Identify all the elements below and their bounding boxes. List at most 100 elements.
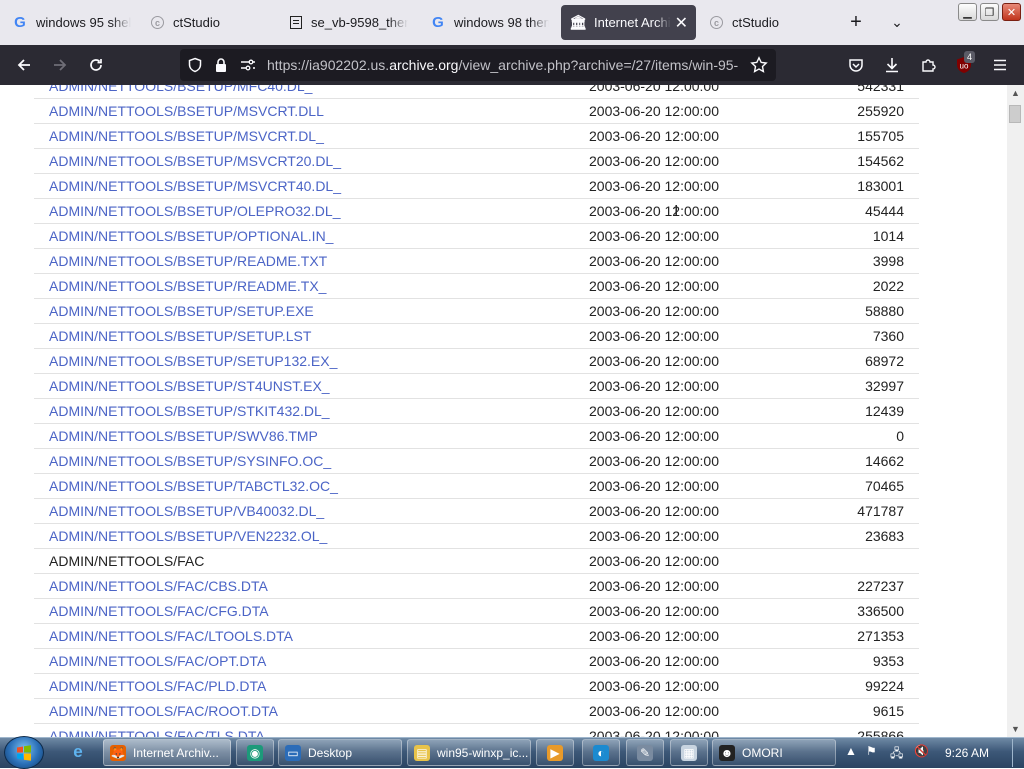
- close-window-button[interactable]: ✕: [1002, 3, 1021, 21]
- file-date: 2003-06-20 12:00:00: [589, 698, 814, 724]
- file-name-cell: ADMIN/NETTOOLS/FAC/CFG.DTA: [34, 598, 589, 624]
- file-date: 2003-06-20 12:00:00: [589, 373, 814, 399]
- tab-windows-95-shell[interactable]: G windows 95 shell3: [3, 5, 139, 40]
- media-icon: ◉: [247, 744, 263, 761]
- file-name-cell: ADMIN/NETTOOLS/BSETUP/README.TX_: [34, 273, 589, 299]
- directory-name: ADMIN/NETTOOLS/FAC: [49, 553, 205, 569]
- file-link[interactable]: ADMIN/NETTOOLS/BSETUP/STKIT432.DL_: [49, 403, 330, 419]
- file-link[interactable]: ADMIN/NETTOOLS/BSETUP/OLEPRO32.DL_: [49, 203, 341, 219]
- reload-icon: [90, 59, 102, 71]
- list-all-tabs-button[interactable]: ⌄: [883, 8, 911, 36]
- show-hidden-icons-button[interactable]: ▲: [845, 744, 857, 758]
- scrollbar-thumb[interactable]: [1009, 105, 1021, 123]
- minimize-button[interactable]: ▁: [958, 3, 977, 21]
- table-row: ADMIN/NETTOOLS/BSETUP/ST4UNST.EX_ 2003-06…: [34, 373, 919, 399]
- taskbar-clock[interactable]: 9:26 AM: [945, 738, 989, 768]
- file-name-cell: ADMIN/NETTOOLS/FAC/PLD.DTA: [34, 673, 589, 699]
- ublock-button[interactable]: uo 4: [950, 45, 978, 85]
- file-date: 2003-06-20 12:00:00: [589, 273, 814, 299]
- file-link[interactable]: ADMIN/NETTOOLS/BSETUP/ST4UNST.EX_: [49, 378, 330, 394]
- internet-explorer-icon: e: [73, 742, 83, 761]
- file-link[interactable]: ADMIN/NETTOOLS/FAC/CFG.DTA: [49, 603, 269, 619]
- file-link[interactable]: ADMIN/NETTOOLS/FAC/CBS.DTA: [49, 578, 268, 594]
- file-size: 255920: [814, 98, 919, 124]
- file-date: 2003-06-20 12:00:00: [589, 173, 814, 199]
- show-desktop-button[interactable]: [1012, 739, 1024, 767]
- file-link[interactable]: ADMIN/NETTOOLS/FAC/ROOT.DTA: [49, 703, 278, 719]
- app-menu-button[interactable]: [986, 45, 1014, 85]
- taskbar-button-paint[interactable]: ✎: [626, 739, 664, 766]
- file-link[interactable]: ADMIN/NETTOOLS/BSETUP/SYSINFO.OC_: [49, 453, 331, 469]
- file-link[interactable]: ADMIN/NETTOOLS/BSETUP/MSVCRT20.DL_: [49, 153, 341, 169]
- file-link[interactable]: ADMIN/NETTOOLS/FAC/LTOOLS.DTA: [49, 628, 293, 644]
- close-tab-icon[interactable]: ✕: [675, 13, 688, 33]
- taskbar-button-firefox[interactable]: 🦊 Internet Archiv...: [103, 739, 231, 766]
- taskbar-button-folder[interactable]: ▤ win95-winxp_ic...: [407, 739, 531, 766]
- start-button[interactable]: [4, 736, 44, 769]
- hamburger-menu-icon: [994, 59, 1006, 71]
- shield-icon[interactable]: [187, 57, 203, 73]
- volume-muted-icon[interactable]: 🔇: [914, 744, 929, 758]
- scroll-up-arrow-icon[interactable]: ▲: [1007, 85, 1024, 101]
- file-link[interactable]: ADMIN/NETTOOLS/FAC/TLS.DTA: [49, 728, 265, 737]
- file-link[interactable]: ADMIN/NETTOOLS/FAC/OPT.DTA: [49, 653, 266, 669]
- table-row: ADMIN/NETTOOLS/BSETUP/SETUP.LST 2003-06-2…: [34, 323, 919, 349]
- tab-ctstudio-2[interactable]: c ctStudio: [700, 5, 836, 40]
- taskbar-button-player[interactable]: ▶: [536, 739, 574, 766]
- file-date: 2003-06-20 12:00:00: [589, 398, 814, 424]
- extensions-button[interactable]: [914, 45, 942, 85]
- bookmark-star-icon[interactable]: [750, 56, 768, 74]
- network-icon[interactable]: 🖧: [890, 744, 903, 765]
- scroll-down-arrow-icon[interactable]: ▼: [1007, 721, 1024, 737]
- address-bar[interactable]: https://ia902202.us.archive.org/view_arc…: [180, 49, 776, 81]
- downloads-button[interactable]: [878, 45, 906, 85]
- file-name-cell: ADMIN/NETTOOLS/FAC: [34, 548, 589, 574]
- file-link[interactable]: ADMIN/NETTOOLS/BSETUP/OPTIONAL.IN_: [49, 228, 333, 244]
- file-link[interactable]: ADMIN/NETTOOLS/BSETUP/MSVCRT40.DL_: [49, 178, 341, 194]
- tab-windows-98-theme[interactable]: G windows 98 theme: [421, 5, 557, 40]
- tab-ctstudio[interactable]: c ctStudio: [141, 5, 277, 40]
- restore-button[interactable]: ❐: [980, 3, 999, 21]
- url-text[interactable]: https://ia902202.us.archive.org/view_arc…: [267, 49, 745, 81]
- file-link[interactable]: ADMIN/NETTOOLS/BSETUP/README.TXT: [49, 253, 327, 269]
- taskbar-button-label: win95-winxp_ic...: [437, 745, 529, 760]
- pocket-button[interactable]: [842, 45, 870, 85]
- new-tab-button[interactable]: +: [842, 8, 870, 36]
- file-name-cell: ADMIN/NETTOOLS/BSETUP/VB40032.DL_: [34, 498, 589, 524]
- file-link[interactable]: ADMIN/NETTOOLS/FAC/PLD.DTA: [49, 678, 266, 694]
- tab-se-vb-theme[interactable]: se_vb-9598_theme: [280, 5, 416, 40]
- file-link[interactable]: ADMIN/NETTOOLS/BSETUP/MSVCRT.DL_: [49, 128, 324, 144]
- forward-button[interactable]: [46, 45, 74, 85]
- file-link[interactable]: ADMIN/NETTOOLS/BSETUP/MFC40.DL_: [49, 85, 312, 94]
- file-link[interactable]: ADMIN/NETTOOLS/BSETUP/SWV86.TMP: [49, 428, 318, 444]
- file-link[interactable]: ADMIN/NETTOOLS/BSETUP/VB40032.DL_: [49, 503, 324, 519]
- file-link[interactable]: ADMIN/NETTOOLS/BSETUP/README.TX_: [49, 278, 326, 294]
- taskbar-button-edge[interactable]: ◐: [582, 739, 620, 766]
- file-link[interactable]: ADMIN/NETTOOLS/BSETUP/MSVCRT.DLL: [49, 103, 324, 119]
- file-name-cell: ADMIN/NETTOOLS/BSETUP/MSVCRT.DL_: [34, 123, 589, 149]
- table-row: ADMIN/NETTOOLS/FAC 2003-06-20 12:00:00: [34, 548, 919, 574]
- tab-internet-archive[interactable]: 🏛 Internet Archive ✕: [561, 5, 696, 40]
- internet-explorer-quicklaunch[interactable]: e: [67, 741, 89, 763]
- taskbar-button-media[interactable]: ◉: [236, 739, 274, 766]
- file-name-cell: ADMIN/NETTOOLS/BSETUP/README.TXT: [34, 248, 589, 274]
- table-row: ADMIN/NETTOOLS/FAC/TLS.DTA 2003-06-20 12:…: [34, 723, 919, 737]
- desktop-icon: ▭: [285, 744, 301, 761]
- file-date: 2003-06-20 12:00:00: [589, 648, 814, 674]
- file-link[interactable]: ADMIN/NETTOOLS/BSETUP/SETUP.LST: [49, 328, 311, 344]
- back-button[interactable]: [10, 45, 38, 85]
- file-link[interactable]: ADMIN/NETTOOLS/BSETUP/TABCTL32.OC_: [49, 478, 338, 494]
- vertical-scrollbar[interactable]: ▲ ▼: [1007, 85, 1024, 737]
- taskbar-button-calculator[interactable]: ▦: [670, 739, 708, 766]
- permissions-icon[interactable]: [239, 57, 257, 73]
- file-link[interactable]: ADMIN/NETTOOLS/BSETUP/SETUP132.EX_: [49, 353, 337, 369]
- reload-button[interactable]: [82, 45, 110, 85]
- file-size: 99224: [814, 673, 919, 699]
- taskbar-button-desktop[interactable]: ▭ Desktop: [278, 739, 402, 766]
- tab-title: ctStudio: [173, 15, 220, 30]
- file-link[interactable]: ADMIN/NETTOOLS/BSETUP/SETUP.EXE: [49, 303, 314, 319]
- taskbar-button-omori[interactable]: ☻ OMORI: [712, 739, 836, 766]
- action-center-flag-icon[interactable]: ⚑: [866, 744, 877, 758]
- lock-icon[interactable]: [213, 57, 229, 73]
- file-link[interactable]: ADMIN/NETTOOLS/BSETUP/VEN2232.OL_: [49, 528, 327, 544]
